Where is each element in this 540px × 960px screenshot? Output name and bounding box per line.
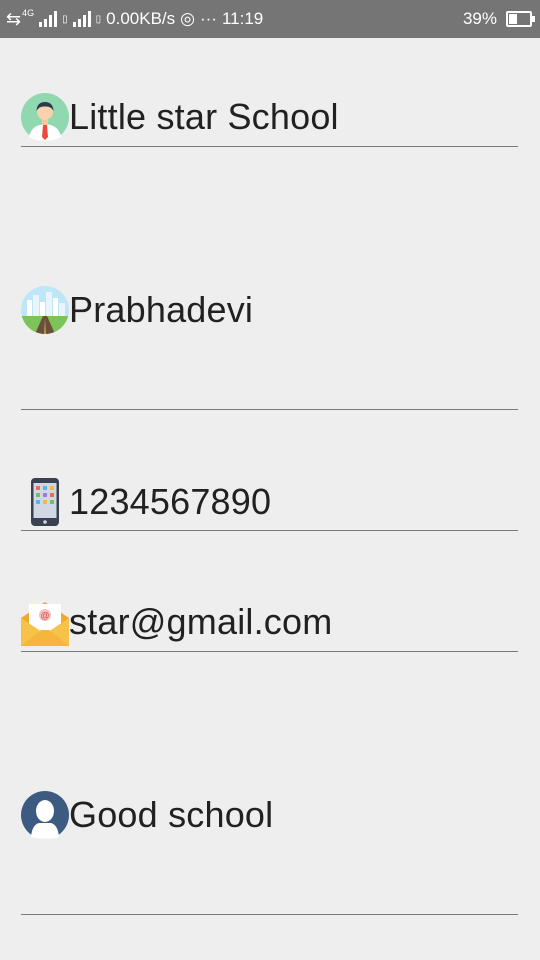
email-field[interactable]: @ star@gmail.com xyxy=(21,590,518,652)
battery-icon xyxy=(506,11,535,27)
sim1-icon: ▯ xyxy=(62,13,68,25)
mail-icon: @ xyxy=(21,602,69,646)
battery-percent: 39% xyxy=(462,9,497,28)
person-icon xyxy=(21,93,69,141)
network-type: 4G xyxy=(22,8,35,18)
phone-field[interactable]: 1234567890 xyxy=(21,470,518,531)
hotspot-icon: ◎ xyxy=(180,9,195,28)
status-time: 11:19 xyxy=(221,9,264,28)
status-bar: ⇆ 4G ▯ ▯ 0.00KB/s ◎ ··· 11:19 39% xyxy=(0,0,540,38)
status-right: 39% xyxy=(462,0,535,38)
smartphone-icon xyxy=(31,478,59,526)
more-icon: ··· xyxy=(199,9,217,28)
school-name-value: Little star School xyxy=(69,96,339,137)
net-speed: 0.00KB/s xyxy=(106,9,176,28)
address-value: Prabhadevi xyxy=(69,289,254,330)
description-value: Good school xyxy=(69,794,274,835)
signal-icon xyxy=(39,11,58,27)
svg-text:@: @ xyxy=(40,611,49,621)
phone-value: 1234567890 xyxy=(69,481,272,522)
city-road-icon xyxy=(21,286,69,334)
signal-icon-2 xyxy=(72,11,91,27)
description-field[interactable]: Good school xyxy=(21,785,518,915)
status-left: ⇆ 4G ▯ ▯ 0.00KB/s ◎ ··· 11:19 xyxy=(6,0,263,38)
email-value: star@gmail.com xyxy=(69,601,333,642)
school-name-field[interactable]: Little star School xyxy=(21,88,518,147)
data-transfer-icon: ⇆ xyxy=(6,9,22,29)
address-field[interactable]: Prabhadevi xyxy=(21,280,518,410)
sim2-icon: ▯ xyxy=(95,13,102,25)
user-silhouette-icon xyxy=(21,791,69,839)
